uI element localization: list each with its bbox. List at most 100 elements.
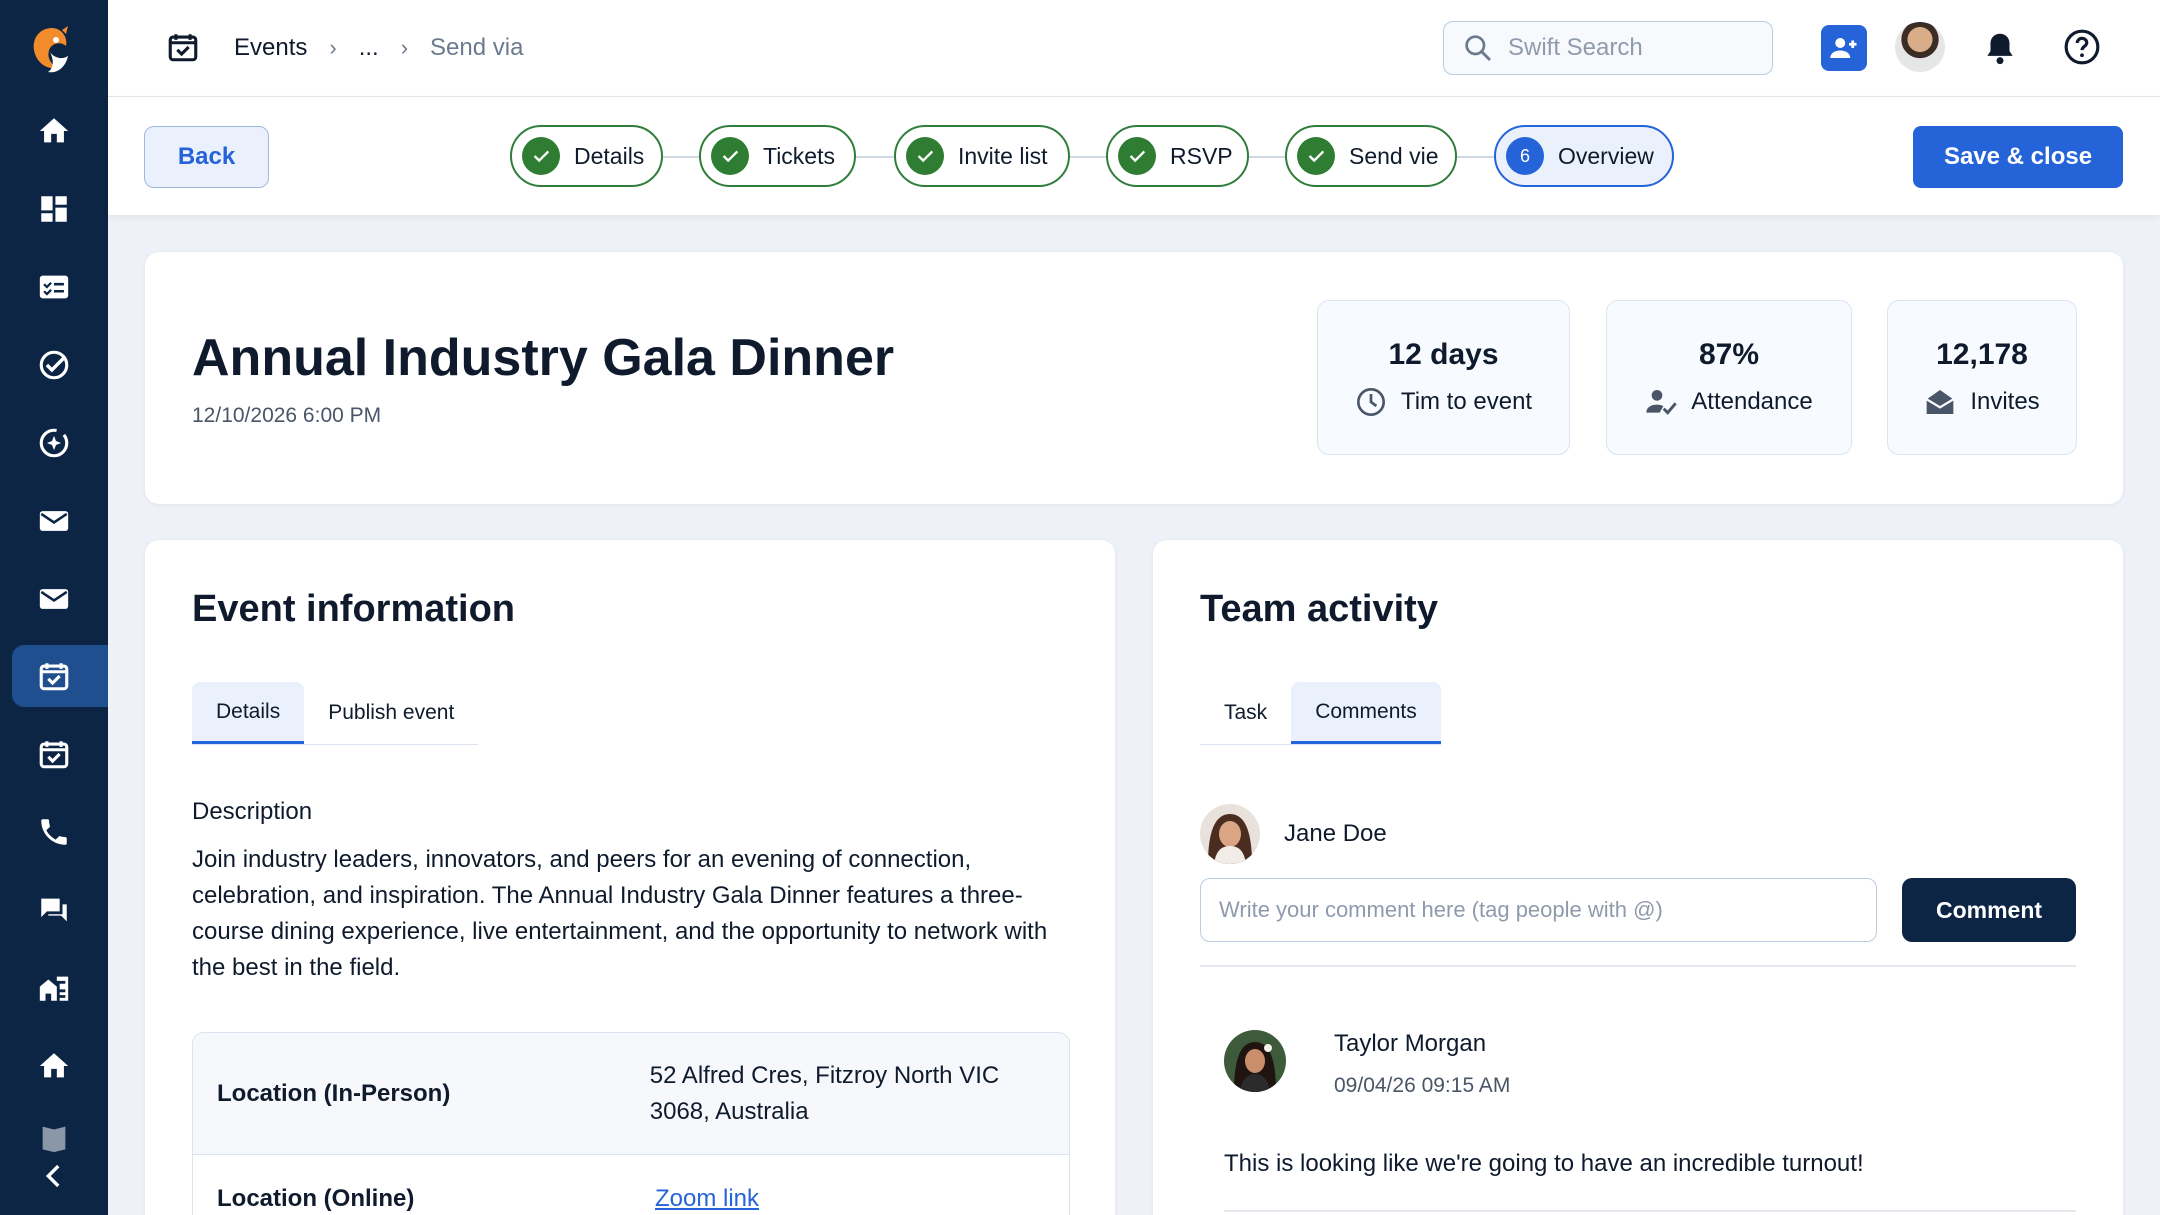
stat-label: Attendance [1691, 387, 1813, 415]
sidebar-item-home[interactable] [12, 100, 108, 162]
save-close-button[interactable]: Save & close [1913, 126, 2123, 188]
calendar-check-icon [39, 741, 69, 769]
step-connector [856, 156, 894, 158]
check-icon [1297, 137, 1335, 175]
sidebar-item-home-2[interactable] [12, 1035, 108, 1097]
search-placeholder: Swift Search [1508, 34, 1643, 61]
step-connector [1069, 156, 1107, 158]
tab-publish-event[interactable]: Publish event [304, 682, 478, 744]
step-rsvp[interactable]: RSVP [1106, 125, 1249, 187]
chat-icon [41, 898, 67, 922]
step-connector [1456, 156, 1494, 158]
chevron-right-icon: › [329, 35, 337, 60]
sidebar-item-mail-2[interactable] [12, 568, 108, 630]
sidebar-item-chat[interactable] [12, 879, 108, 941]
step-send-via[interactable]: Send vie [1285, 125, 1457, 187]
checklist-icon [39, 275, 69, 299]
sidebar-item-venues[interactable] [12, 957, 108, 1019]
add-user-button[interactable] [1821, 25, 1867, 71]
description-label: Description [192, 798, 313, 825]
comment-timestamp: 09/04/26 09:15 AM [1334, 1074, 1511, 1097]
calendar-check-icon [168, 34, 198, 62]
comment-input[interactable]: Write your comment here (tag people with… [1200, 878, 1877, 942]
section-heading: Event information [192, 588, 516, 630]
sidebar-item-tasks[interactable] [12, 334, 108, 396]
step-label: RSVP [1170, 142, 1233, 169]
home-icon [39, 118, 69, 143]
location-online-label: Location (Online) [217, 1185, 415, 1212]
collapse-sidebar-button[interactable] [12, 1158, 108, 1194]
comment-author: Taylor Morgan [1334, 1030, 1487, 1057]
sidebar-item-dashboard[interactable] [12, 178, 108, 240]
back-button[interactable]: Back [144, 126, 269, 188]
add-user-icon [1830, 38, 1857, 58]
tab-details[interactable]: Details [192, 682, 305, 744]
top-bar: Events › ... › Send via Swift Search [108, 0, 2160, 97]
avatar [1224, 1030, 1286, 1092]
sidebar-item-calls[interactable] [12, 801, 108, 863]
table-row: Location (In-Person) 52 Alfred Cres, Fit… [193, 1033, 1069, 1155]
mail-icon [39, 511, 69, 531]
step-label: Details [574, 142, 645, 169]
step-overview[interactable]: 6 Overview [1494, 125, 1674, 187]
step-label: Send vie [1349, 142, 1439, 169]
user-avatar[interactable] [1895, 22, 1945, 72]
chevron-left-icon [45, 1164, 60, 1188]
comment-post: Taylor Morgan 09/04/26 09:15 AM [1224, 1030, 1510, 1098]
user-check-icon [1646, 389, 1678, 415]
event-title: Annual Industry Gala Dinner [192, 329, 895, 387]
stat-value: 12,178 [1936, 337, 2028, 371]
sidebar-item-checklist[interactable] [12, 256, 108, 318]
breadcrumb: Events › ... › Send via [234, 34, 523, 62]
stat-invites: 12,178 Invites [1887, 300, 2077, 455]
section-heading: Team activity [1200, 588, 1438, 630]
clock-icon [1356, 387, 1385, 416]
location-table: Location (In-Person) 52 Alfred Cres, Fit… [192, 1032, 1070, 1215]
tab-comments[interactable]: Comments [1291, 682, 1441, 744]
envelope-open-icon [1926, 389, 1955, 414]
zoom-link[interactable]: Zoom link [655, 1185, 759, 1213]
comment-button[interactable]: Comment [1902, 878, 2076, 942]
sidebar-item-docs[interactable] [12, 1113, 108, 1163]
wizard-stepper: Back Details Tickets Invite list RSVP Se… [108, 97, 2160, 215]
divider [1224, 1210, 2076, 1212]
breadcrumb-events[interactable]: Events [234, 34, 307, 62]
step-number: 6 [1506, 137, 1544, 175]
step-tickets[interactable]: Tickets [699, 125, 856, 187]
check-circle-icon [39, 350, 69, 380]
step-connector [661, 156, 699, 158]
search-input[interactable]: Swift Search [1443, 21, 1773, 75]
sidebar-item-mail[interactable] [12, 490, 108, 552]
step-label: Tickets [763, 142, 835, 169]
sidebar [0, 0, 108, 1215]
sidebar-item-insights[interactable] [12, 412, 108, 474]
description-text: Join industry leaders, innovators, and p… [192, 846, 1048, 981]
avatar [1200, 804, 1260, 864]
sidebar-item-calendar[interactable] [12, 723, 108, 785]
app-logo[interactable] [28, 22, 76, 78]
check-icon [711, 137, 749, 175]
stat-value: 12 days [1388, 337, 1499, 371]
team-tabs: Task Comments [1200, 682, 1441, 745]
stat-label: Tim to event [1400, 387, 1533, 415]
bell-icon[interactable] [1981, 29, 2019, 67]
breadcrumb-ellipsis[interactable]: ... [359, 34, 379, 62]
event-summary-card: Annual Industry Gala Dinner 12/10/2026 6… [145, 252, 2123, 504]
mail-icon [39, 589, 69, 609]
location-in-person-value: 52 Alfred Cres, Fitzroy North VIC 3068, … [649, 1061, 1000, 1125]
tab-task[interactable]: Task [1200, 682, 1291, 744]
help-icon[interactable] [2063, 28, 2101, 66]
comment-text: This is looking like we're going to have… [1224, 1150, 1864, 1177]
step-details[interactable]: Details [510, 125, 663, 187]
calendar-check-icon [39, 663, 69, 691]
check-icon [522, 137, 560, 175]
info-tabs: Details Publish event [192, 682, 479, 745]
building-icon [39, 976, 69, 1001]
stat-value: 87% [1698, 337, 1760, 371]
step-invite-list[interactable]: Invite list [894, 125, 1070, 187]
step-label: Overview [1558, 142, 1654, 169]
divider [1200, 965, 2076, 967]
home-icon [39, 1053, 69, 1078]
sidebar-item-events[interactable] [12, 645, 108, 707]
table-row: Location (Online) Zoom link [193, 1155, 1069, 1215]
